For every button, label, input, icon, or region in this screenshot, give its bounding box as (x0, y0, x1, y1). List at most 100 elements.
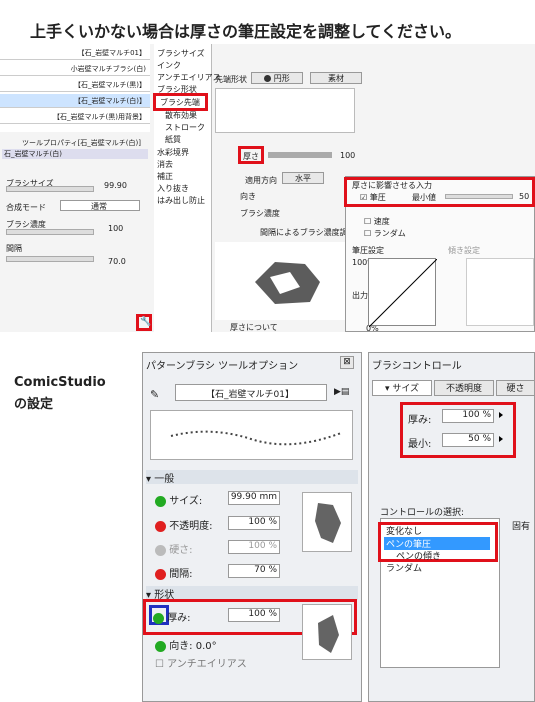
close-icon[interactable]: ⊠ (340, 356, 354, 369)
material-tip-button[interactable]: 素材 (310, 72, 362, 84)
pen-pressure-checkbox[interactable]: ☑ 筆圧 (360, 192, 386, 203)
popup-title: 厚さに影響させる入力 (352, 181, 432, 190)
red-dot-icon[interactable] (155, 520, 166, 532)
brush-name-select[interactable]: 【石_岩壁マルチ01】 (175, 384, 327, 401)
brush-menu-icon[interactable]: ▶▤ (334, 387, 349, 397)
interval-value: 70.0 (108, 257, 126, 266)
thickness-slider[interactable] (268, 152, 332, 158)
category-item[interactable]: 消去 (157, 159, 173, 170)
speed-checkbox[interactable]: ☐ 速度 (364, 216, 390, 227)
bc-thickness-label: 厚み: (408, 415, 432, 426)
brush-item[interactable]: 【石_岩壁マルチ(黒)用背景】 (0, 110, 150, 124)
direction-label: 向き (240, 192, 256, 201)
category-item[interactable]: 紙質 (165, 134, 181, 145)
interval-density-label: 間隔によるブラシ濃度調整 (260, 228, 356, 237)
category-item-selected[interactable]: ブラシ先端 (160, 97, 200, 108)
antialias-checkbox[interactable]: ☐ アンチエイリアス (155, 655, 247, 670)
circle-icon (264, 75, 272, 82)
brush-size-slider[interactable] (6, 186, 94, 192)
circle-tip-button[interactable]: 円形 (251, 72, 303, 84)
tip-preview (215, 88, 355, 133)
about-thickness-label[interactable]: 厚さについて (230, 322, 278, 333)
size-field[interactable]: 99.90 mm (228, 491, 280, 505)
general-section-header[interactable]: ▾ 一般 (146, 470, 358, 485)
bc-thickness-field[interactable]: 100 % (442, 409, 494, 423)
thickness-label: 厚さ (243, 152, 259, 161)
rock-texture-icon (255, 262, 320, 304)
rock-thickness-icon (318, 615, 339, 653)
tab-bar: ▾ サイズ 不透明度 硬さ (372, 380, 535, 396)
pressure-curve-graph[interactable] (368, 258, 438, 328)
blend-mode-label: 合成モード (6, 203, 46, 212)
interval-slider[interactable] (6, 256, 94, 262)
pattern-panel-title: パターンブラシ ツールオプション (146, 361, 299, 372)
green-dot-icon[interactable] (153, 612, 164, 624)
green-dot-icon[interactable] (155, 495, 166, 507)
red-dot-icon[interactable] (155, 568, 166, 580)
brush-list-panel: 【石_岩壁マルチ01】 小岩壁マルチブラシ(白) 【石_岩壁マルチ(黒)】 【石… (0, 44, 150, 132)
category-item[interactable]: 散布効果 (165, 110, 197, 121)
category-item[interactable]: 入り抜き (157, 183, 189, 194)
size-row: サイズ: (155, 492, 202, 507)
opacity-field[interactable]: 100 % (228, 516, 280, 530)
interval-field[interactable]: 70 % (228, 564, 280, 578)
opacity-row: 不透明度: (155, 517, 213, 532)
bc-min-field[interactable]: 50 % (442, 433, 494, 447)
brush-size-value: 99.90 (104, 181, 127, 190)
pressure-curve-icon (368, 258, 438, 328)
tilt-curve-graph (466, 258, 534, 326)
random-checkbox[interactable]: ☐ ランダム (364, 228, 406, 239)
category-item[interactable]: ブラシサイズ (157, 48, 205, 59)
category-item[interactable]: はみ出し防止 (157, 195, 205, 206)
brush-item[interactable]: 【石_岩壁マルチ(黒)】 (0, 78, 150, 92)
shape-preview (302, 492, 352, 552)
green-dot-icon[interactable] (155, 640, 166, 652)
brush-control-title: ブラシコントロール (372, 361, 462, 372)
control-select-label: コントロールの選択: (380, 508, 465, 518)
bc-thickness-arrow[interactable] (499, 411, 503, 420)
blend-mode-select[interactable]: 通常 (60, 200, 140, 211)
category-item[interactable]: アンチエイリアス (157, 72, 221, 83)
control-option[interactable]: 変化なし (386, 524, 422, 537)
brush-item-selected[interactable]: 【石_岩壁マルチ(白)】 (0, 94, 150, 108)
bc-min-label: 最小: (408, 439, 432, 450)
tab-opacity[interactable]: 不透明度 (434, 380, 494, 396)
shape-section-header[interactable]: ▾ 形状 (146, 586, 358, 601)
category-item[interactable]: ストローク (165, 122, 205, 133)
interval-label: 間隔 (6, 244, 22, 253)
apply-direction-label: 適用方向 (245, 176, 277, 185)
min-value-slider[interactable] (445, 194, 513, 199)
cs-section-label: ComicStudio の設定 (14, 375, 106, 412)
brush-item[interactable]: 小岩壁マルチブラシ(白) (0, 62, 150, 76)
rock-shape-icon (315, 503, 341, 543)
tip-shape-label: 先端形状 (215, 75, 247, 84)
brush-density-slider[interactable] (6, 229, 94, 235)
output-label: 出力 (352, 291, 368, 300)
tab-hardness[interactable]: 硬さ (496, 380, 535, 396)
wrench-icon[interactable]: 🔧 (140, 317, 151, 327)
interval-row: 間隔: (155, 565, 193, 580)
category-item[interactable]: 補正 (157, 171, 173, 182)
category-item[interactable]: インク (157, 60, 181, 71)
stroke-preview-icon (170, 430, 342, 446)
bc-min-arrow[interactable] (499, 435, 503, 444)
brush-tool-icon: ✎ (150, 388, 160, 401)
thickness-value: 100 (340, 151, 356, 160)
hardness-field: 100 % (228, 540, 280, 554)
thickness-preview (302, 604, 352, 660)
brush-density-sub-label: ブラシ濃度 (240, 209, 280, 218)
horizontal-button[interactable]: 水平 (282, 172, 324, 184)
pressure-settings-label: 筆圧設定 (352, 246, 384, 255)
tab-size[interactable]: ▾ サイズ (372, 380, 432, 396)
tilt-settings-label: 傾き設定 (448, 246, 480, 255)
hardness-row: 硬さ: (155, 541, 193, 556)
fixed-label: 固有 (512, 522, 531, 532)
direction-row: 向き: 0.0° (155, 637, 217, 652)
thickness-field[interactable]: 100 % (228, 608, 280, 622)
category-item[interactable]: 水彩境界 (157, 147, 189, 158)
csp-screenshot: 【石_岩壁マルチ01】 小岩壁マルチブラシ(白) 【石_岩壁マルチ(黒)】 【石… (0, 44, 535, 333)
page-title: 上手くいかない場合は厚さの筆圧設定を調整してください。 (30, 22, 462, 41)
brush-item[interactable]: 【石_岩壁マルチ01】 (0, 46, 150, 60)
thickness-row: 厚み: (153, 609, 191, 624)
control-option[interactable]: ランダム (386, 561, 422, 574)
